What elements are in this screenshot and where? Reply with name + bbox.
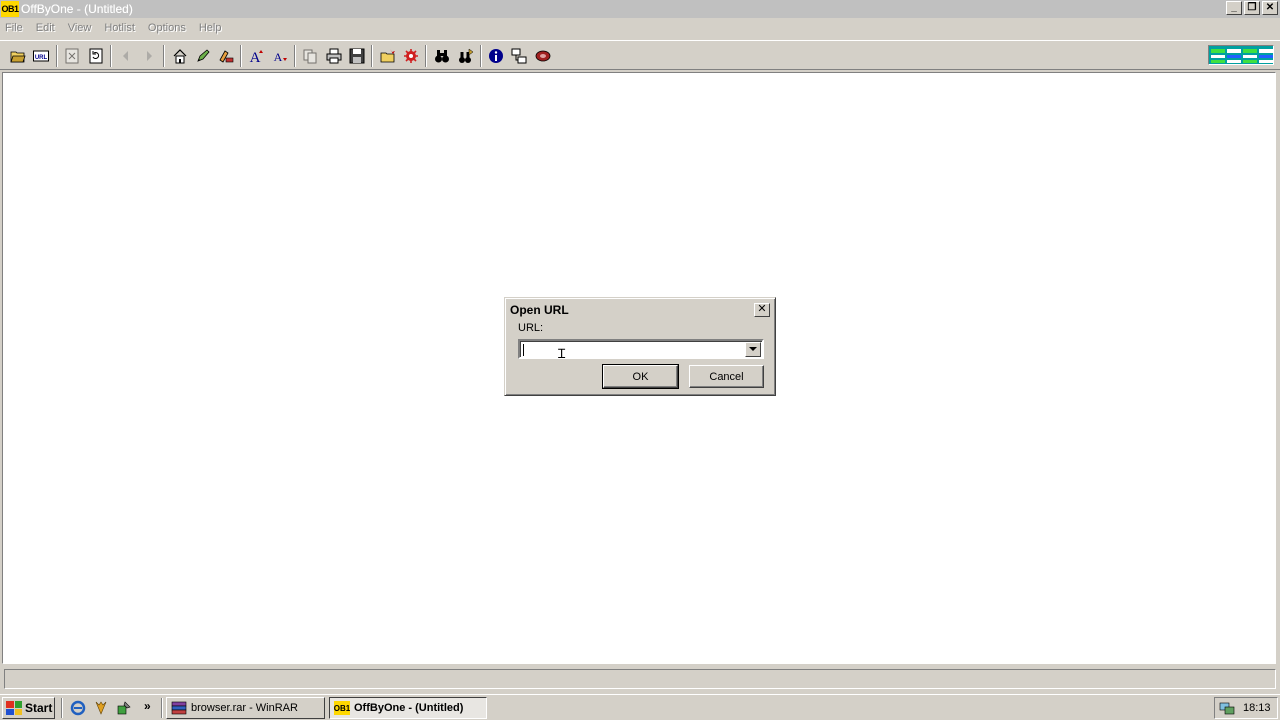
title-bar[interactable]: OB1 OffByOne - (Untitled) _ ❐ ✕ xyxy=(0,0,1280,18)
clock[interactable]: 18:13 xyxy=(1243,702,1271,714)
text-caret xyxy=(523,344,524,356)
internet-explorer-icon[interactable] xyxy=(70,700,86,716)
find-binoculars-icon[interactable] xyxy=(432,46,452,66)
status-field xyxy=(4,669,1276,689)
menu-options[interactable]: Options xyxy=(148,22,186,34)
task-label: OffByOne - (Untitled) xyxy=(354,702,464,714)
edit-pencil-icon[interactable] xyxy=(193,46,213,66)
exit-icon[interactable] xyxy=(533,46,553,66)
dialog-close-button[interactable]: ✕ xyxy=(754,303,770,317)
offbyone-icon: OB1 xyxy=(334,701,350,715)
menu-hotlist[interactable]: Hotlist xyxy=(104,22,135,34)
load-images-icon[interactable] xyxy=(378,46,398,66)
back-arrow-icon[interactable] xyxy=(116,46,136,66)
forward-arrow-icon[interactable] xyxy=(139,46,159,66)
restore-button[interactable]: ❐ xyxy=(1244,1,1260,15)
save-disk-icon[interactable] xyxy=(347,46,367,66)
ok-button[interactable]: OK xyxy=(602,364,679,389)
home-icon[interactable] xyxy=(170,46,190,66)
stop-icon[interactable] xyxy=(62,46,82,66)
menu-edit[interactable]: Edit xyxy=(36,22,55,34)
app-icon[interactable]: OB1 xyxy=(1,1,19,17)
print-icon[interactable] xyxy=(324,46,344,66)
open-file-icon[interactable] xyxy=(8,46,28,66)
reload-icon[interactable] xyxy=(86,46,106,66)
url-label: URL: xyxy=(518,322,544,334)
winamp-icon[interactable] xyxy=(93,700,109,716)
bookmark-icon[interactable] xyxy=(216,46,236,66)
ibeam-cursor-icon: Ɪ xyxy=(558,347,566,362)
svg-text:A: A xyxy=(274,50,283,64)
dialog-title: Open URL xyxy=(510,303,569,317)
options-gear-icon[interactable] xyxy=(401,46,421,66)
taskbar: Start » browser.rar - WinRAR OB1 OffByOn… xyxy=(0,694,1280,720)
dialog-title-bar[interactable]: Open URL ✕ xyxy=(508,301,772,319)
open-url-icon[interactable]: URL xyxy=(31,46,51,66)
close-button[interactable]: ✕ xyxy=(1262,1,1278,15)
svg-text:URL: URL xyxy=(35,55,48,61)
start-button[interactable]: Start xyxy=(2,697,55,719)
task-label: browser.rar - WinRAR xyxy=(191,702,298,714)
windows-logo-icon xyxy=(6,701,22,715)
copy-icon[interactable] xyxy=(300,46,320,66)
menu-view[interactable]: View xyxy=(68,22,92,34)
quicklaunch-more-chevron-icon[interactable]: » xyxy=(144,699,151,713)
window-title: OffByOne - (Untitled) xyxy=(21,2,133,16)
start-label: Start xyxy=(25,701,53,715)
toolbar: URL A A xyxy=(0,40,1280,70)
url-combobox[interactable]: Ɪ xyxy=(518,339,764,362)
menu-help[interactable]: Help xyxy=(199,22,222,34)
dropdown-arrow-button[interactable] xyxy=(745,342,761,357)
taskbar-item-winrar[interactable]: browser.rar - WinRAR xyxy=(166,697,325,719)
status-bar xyxy=(0,666,1280,692)
tools-icon[interactable] xyxy=(116,700,132,716)
taskbar-item-offbyone[interactable]: OB1 OffByOne - (Untitled) xyxy=(329,697,487,719)
network-icon[interactable] xyxy=(1219,700,1235,716)
menu-file[interactable]: File xyxy=(5,22,23,34)
font-larger-icon[interactable]: A xyxy=(246,46,266,66)
open-url-dialog: Open URL ✕ URL: Ɪ OK Cancel xyxy=(504,297,776,396)
svg-text:A: A xyxy=(250,50,261,64)
find-next-icon[interactable] xyxy=(456,46,476,66)
info-icon[interactable] xyxy=(486,46,506,66)
view-source-icon[interactable] xyxy=(509,46,529,66)
menu-bar: File Edit View Hotlist Options Help xyxy=(0,18,1280,38)
chevron-down-icon xyxy=(749,347,757,351)
throbber-animation xyxy=(1208,45,1274,65)
font-smaller-icon[interactable]: A xyxy=(270,46,290,66)
system-tray: 18:13 xyxy=(1214,697,1278,719)
minimize-button[interactable]: _ xyxy=(1226,1,1242,15)
cancel-button[interactable]: Cancel xyxy=(689,365,764,388)
winrar-icon xyxy=(171,701,187,715)
